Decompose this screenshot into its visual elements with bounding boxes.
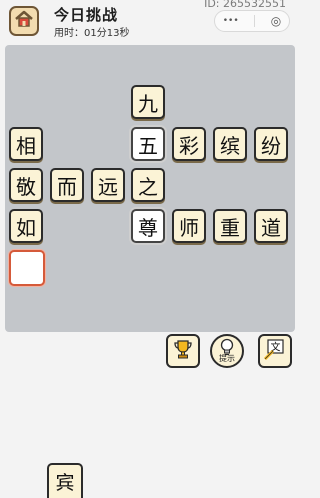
tile-r0c3[interactable]: 九 — [131, 85, 165, 119]
header: 今日挑战 用时：01分13秒 ID: 265532551 ••• ◎ — [0, 0, 300, 44]
home-button[interactable] — [9, 6, 39, 36]
page-title: 今日挑战 — [54, 6, 119, 24]
tile-r1c3[interactable]: 五 — [131, 127, 165, 161]
trophy-icon — [172, 338, 194, 364]
tile-r2c2[interactable]: 远 — [91, 168, 125, 202]
tile-r3c3[interactable]: 尊 — [131, 209, 165, 243]
tile-r2c3[interactable]: 之 — [131, 168, 165, 202]
tile-r1c6[interactable]: 纷 — [254, 127, 288, 161]
trophy-button[interactable] — [166, 334, 200, 368]
tile-r1c4[interactable]: 彩 — [172, 127, 206, 161]
tile-r2c0[interactable]: 敬 — [9, 168, 43, 202]
tile-r3c4[interactable]: 师 — [172, 209, 206, 243]
tile-r1c5[interactable]: 缤 — [213, 127, 247, 161]
user-id: ID: 265532551 — [204, 0, 286, 10]
tile-r3c0[interactable]: 如 — [9, 209, 43, 243]
close-icon[interactable]: ◎ — [271, 14, 281, 28]
capsule-divider — [254, 15, 256, 27]
game-board: 九 相 五 彩 缤 纷 敬 而 远 之 如 尊 师 重 道 — [5, 45, 295, 332]
tile-r1c0[interactable]: 相 — [9, 127, 43, 161]
text-button[interactable]: 文 — [258, 334, 292, 368]
hint-button[interactable]: 提示 — [210, 334, 244, 368]
tile-r4c0-empty-slot[interactable] — [9, 250, 45, 286]
candidate-tile[interactable]: 宾 — [47, 463, 83, 498]
home-icon — [14, 10, 34, 32]
tile-r3c6[interactable]: 道 — [254, 209, 288, 243]
mini-program-capsule: ••• ◎ — [214, 10, 290, 32]
timer: 用时：01分13秒 — [54, 28, 130, 39]
tile-r2c1[interactable]: 而 — [50, 168, 84, 202]
more-icon[interactable]: ••• — [223, 16, 239, 26]
hint-label: 提示 — [219, 354, 235, 363]
text-edit-icon: 文 — [263, 337, 287, 365]
tile-r3c5[interactable]: 重 — [213, 209, 247, 243]
